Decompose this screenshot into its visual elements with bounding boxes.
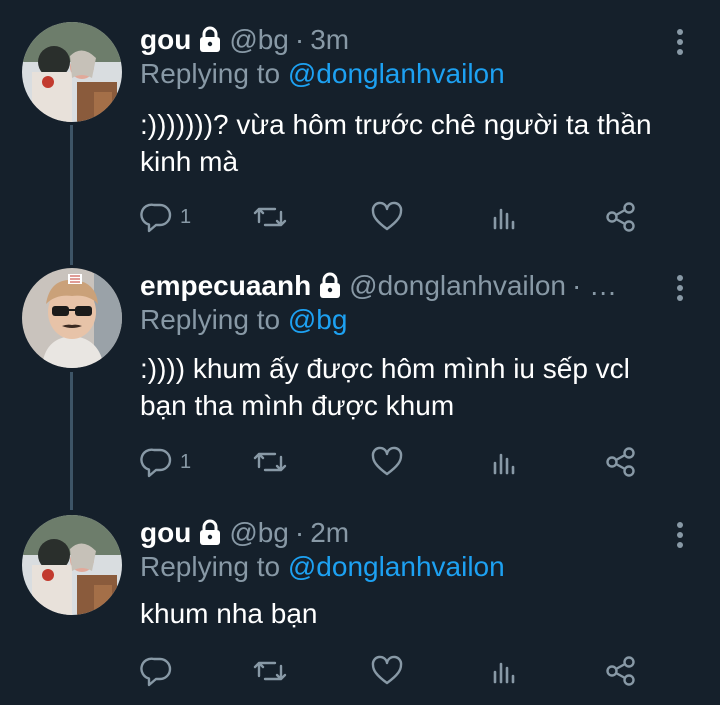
- avatar[interactable]: [22, 268, 122, 368]
- retweet-button[interactable]: [252, 197, 288, 237]
- share-icon: [604, 654, 638, 688]
- share-button[interactable]: [604, 442, 638, 482]
- separator-dot: ·: [294, 24, 305, 55]
- replying-to: Replying to @donglanhvailon: [140, 550, 505, 584]
- reply-icon: [140, 654, 174, 688]
- handle[interactable]: @donglanhvailon: [349, 269, 566, 303]
- reply-button[interactable]: [140, 651, 180, 691]
- heart-icon: [370, 654, 404, 688]
- tweet-text: :)))))))? vừa hôm trước chê người ta thầ…: [140, 106, 700, 180]
- reply-icon: [140, 200, 174, 234]
- tweet-header: empecuaanh @donglanhvailon · …: [140, 269, 660, 303]
- retweet-icon: [252, 654, 288, 688]
- timestamp[interactable]: 2m: [310, 516, 349, 550]
- retweet-button[interactable]: [252, 442, 288, 482]
- handle[interactable]: @bg: [229, 23, 289, 57]
- avatar-illustration-image: [22, 515, 122, 615]
- action-bar: 1: [140, 197, 650, 237]
- tweet-header: gou @bg · 3m: [140, 23, 660, 57]
- heart-icon: [370, 200, 404, 234]
- tweet-text: khum nha bạn: [140, 595, 700, 632]
- tweet-text-line: :)))) khum ấy được hôm mình iu sếp vcl: [140, 353, 630, 384]
- stats-icon: [490, 445, 520, 479]
- tweet[interactable]: empecuaanh @donglanhvailon · … Replying …: [0, 268, 720, 498]
- action-bar: [140, 651, 650, 691]
- tweet-text-line: :)))))))? vừa hôm trước chê người ta thầ…: [140, 109, 652, 140]
- tweet-text-line: kinh mà: [140, 146, 239, 177]
- stats-button[interactable]: [490, 651, 520, 691]
- more-vertical-icon[interactable]: [674, 274, 686, 302]
- share-button[interactable]: [604, 651, 638, 691]
- retweet-button[interactable]: [252, 651, 288, 691]
- timestamp[interactable]: 3m: [310, 23, 349, 57]
- mention-link[interactable]: @donglanhvailon: [288, 551, 505, 582]
- reply-button[interactable]: 1: [140, 197, 191, 237]
- like-button[interactable]: [370, 651, 404, 691]
- tweet-header: gou @bg · 2m: [140, 516, 660, 550]
- share-icon: [604, 445, 638, 479]
- tweet-text-line: bạn tha mình được khum: [140, 390, 455, 421]
- stats-button[interactable]: [490, 197, 520, 237]
- lock-icon: [197, 519, 223, 545]
- avatar-illustration-image: [22, 22, 122, 122]
- display-name[interactable]: gou: [140, 516, 191, 550]
- reply-icon: [140, 445, 174, 479]
- separator-dot: ·: [294, 517, 305, 548]
- display-name[interactable]: empecuaanh: [140, 269, 311, 303]
- replying-to-label: Replying to: [140, 304, 288, 335]
- replying-to: Replying to @bg: [140, 303, 347, 337]
- mention-link[interactable]: @donglanhvailon: [288, 58, 505, 89]
- action-bar: 1: [140, 442, 650, 482]
- more-vertical-icon[interactable]: [674, 521, 686, 549]
- lock-icon: [197, 26, 223, 52]
- share-icon: [604, 200, 638, 234]
- reply-count: 1: [180, 205, 192, 228]
- retweet-icon: [252, 445, 288, 479]
- stats-button[interactable]: [490, 442, 520, 482]
- handle[interactable]: @bg: [229, 516, 289, 550]
- tweet[interactable]: gou @bg · 3m Replying to @donglanhvailon…: [0, 22, 720, 252]
- mention-link[interactable]: @bg: [288, 304, 348, 335]
- tweet-text: :)))) khum ấy được hôm mình iu sếp vcl b…: [140, 350, 700, 424]
- reply-button[interactable]: 1: [140, 442, 191, 482]
- stats-icon: [490, 654, 520, 688]
- avatar-photo-image: [22, 268, 122, 368]
- like-button[interactable]: [370, 197, 404, 237]
- stats-icon: [490, 200, 520, 234]
- replying-to-label: Replying to: [140, 551, 288, 582]
- retweet-icon: [252, 200, 288, 234]
- replying-to-label: Replying to: [140, 58, 288, 89]
- lock-icon: [317, 272, 343, 298]
- avatar[interactable]: [22, 22, 122, 122]
- timestamp-truncated: · …: [571, 270, 618, 301]
- replying-to: Replying to @donglanhvailon: [140, 57, 505, 91]
- reply-count: 1: [180, 450, 192, 473]
- tweet-text-line: khum nha bạn: [140, 598, 318, 629]
- heart-icon: [370, 445, 404, 479]
- avatar[interactable]: [22, 515, 122, 615]
- tweet[interactable]: gou @bg · 2m Replying to @donglanhvailon…: [0, 515, 720, 705]
- display-name[interactable]: gou: [140, 23, 191, 57]
- like-button[interactable]: [370, 442, 404, 482]
- more-vertical-icon[interactable]: [674, 28, 686, 56]
- share-button[interactable]: [604, 197, 638, 237]
